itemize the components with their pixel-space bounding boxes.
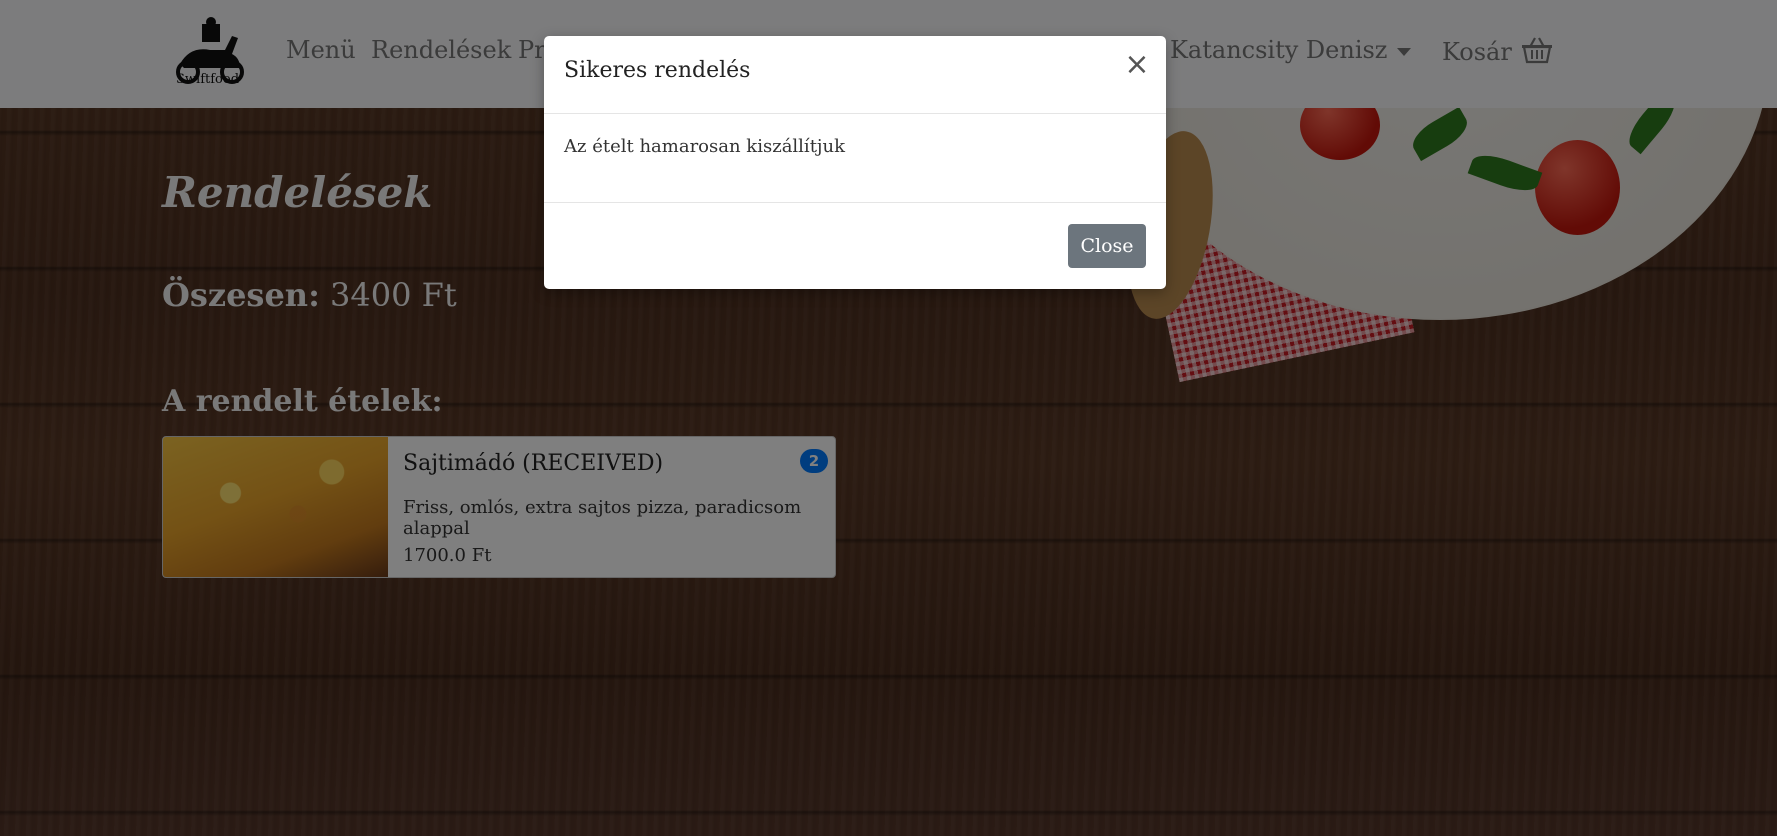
modal-footer: Close — [544, 202, 1166, 290]
close-icon[interactable]: × — [1124, 50, 1150, 80]
modal-header: Sikeres rendelés × — [544, 36, 1166, 114]
close-button[interactable]: Close — [1068, 224, 1146, 268]
success-modal: Sikeres rendelés × Az ételt hamarosan ki… — [544, 36, 1166, 289]
modal-title: Sikeres rendelés — [564, 58, 751, 83]
modal-body-text: Az ételt hamarosan kiszállítjuk — [564, 136, 846, 157]
